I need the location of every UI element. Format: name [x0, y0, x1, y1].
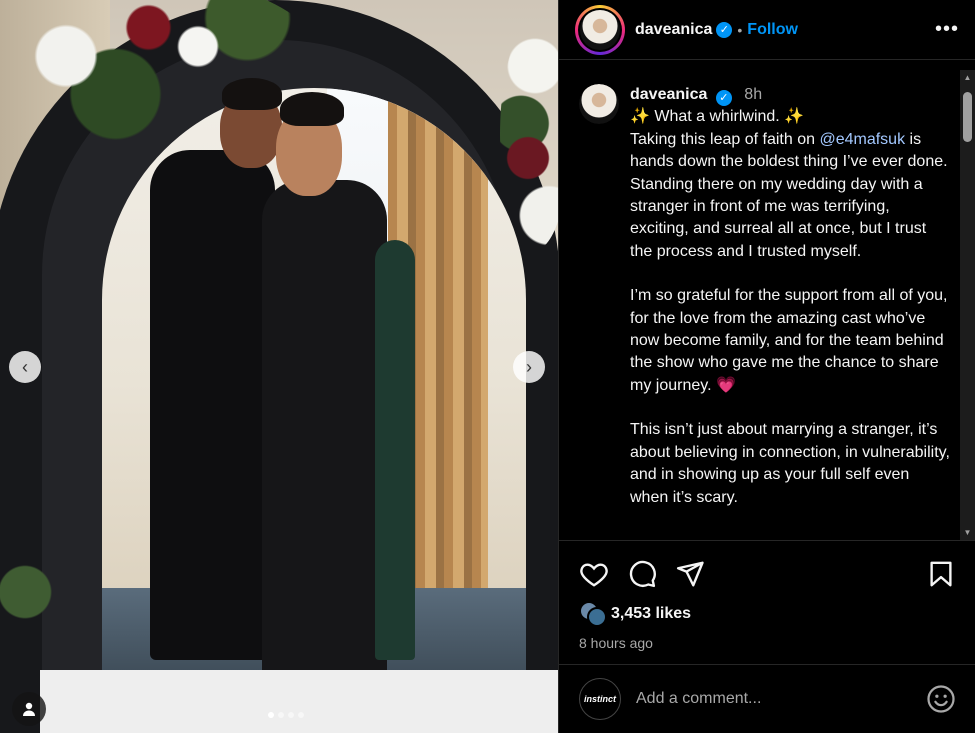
caption: daveanica ✓ 8h ✨ What a whirlwind. ✨ Tak… — [630, 84, 950, 509]
scrollbar-thumb[interactable] — [963, 92, 972, 142]
share-paper-plane-icon[interactable] — [675, 559, 705, 589]
photo-person-right-suit — [262, 180, 387, 700]
caption-line-1: ✨ What a whirlwind. ✨ — [630, 108, 805, 126]
author-avatar-story-ring[interactable] — [575, 4, 625, 55]
author-username[interactable]: daveanica — [635, 21, 712, 39]
author-avatar — [580, 9, 620, 50]
carousel-dot-2 — [278, 712, 284, 718]
chevron-right-icon: › — [526, 356, 532, 377]
photo-aisle-runner — [40, 670, 558, 733]
scroll-up-arrow-icon[interactable]: ▲ — [960, 70, 975, 85]
comment-composer: instinct — [559, 664, 975, 733]
liker-avatars — [579, 601, 607, 627]
caption-scrollbar[interactable]: ▲ ▼ — [960, 70, 975, 540]
comment-input[interactable] — [636, 690, 926, 708]
caption-author-avatar[interactable] — [579, 84, 619, 124]
caption-scroll-area[interactable]: daveanica ✓ 8h ✨ What a whirlwind. ✨ Tak… — [559, 68, 975, 540]
caption-text-after-mention: is hands down the boldest thing I’ve eve… — [630, 130, 948, 260]
follow-button[interactable]: Follow — [747, 21, 798, 39]
post-header: daveanica ✓ • Follow ••• — [559, 0, 975, 60]
save-bookmark-icon[interactable] — [926, 559, 956, 589]
liker-avatar-2 — [587, 607, 607, 627]
like-heart-icon[interactable] — [579, 559, 609, 589]
carousel-dot-4 — [298, 712, 304, 718]
photo-person-left-suit — [150, 150, 275, 660]
carousel-dot-3 — [288, 712, 294, 718]
more-options-icon[interactable]: ••• — [935, 18, 959, 41]
tagged-users-button[interactable] — [12, 692, 46, 726]
post-actions-section: 3,453 likes 8 hours ago — [559, 540, 975, 651]
caption-username[interactable]: daveanica — [630, 86, 707, 103]
post-detail-panel: daveanica ✓ • Follow ••• daveanica ✓ 8h … — [558, 0, 975, 733]
caption-verified-badge-icon: ✓ — [715, 90, 732, 107]
caption-paragraph-3: This isn’t just about marrying a strange… — [630, 421, 950, 506]
emoji-smile-icon[interactable] — [926, 684, 956, 714]
caption-paragraph-2: I’m so grateful for the support from all… — [630, 287, 948, 394]
previous-slide-button[interactable]: ‹ — [9, 351, 41, 383]
likes-count[interactable]: 3,453 likes — [611, 605, 691, 623]
carousel-dots — [268, 712, 304, 718]
post-photo[interactable]: ‹ › — [0, 0, 558, 733]
caption-avatar-image — [579, 84, 619, 124]
user-icon — [23, 702, 35, 716]
action-bar — [559, 541, 975, 589]
current-user-avatar: instinct — [579, 678, 621, 720]
comment-bubble-icon[interactable] — [627, 559, 657, 589]
photo-person-background — [375, 240, 415, 660]
verified-badge-icon: ✓ — [716, 21, 733, 38]
caption-mention-link[interactable]: @e4mafsuk — [819, 131, 905, 148]
next-slide-button[interactable]: › — [513, 351, 545, 383]
photo-person-right-hair — [280, 92, 344, 126]
photo-person-left-hair — [222, 78, 282, 110]
carousel-dot-1 — [268, 712, 274, 718]
author-avatar-frame — [578, 7, 622, 52]
post-timestamp[interactable]: 8 hours ago — [559, 627, 975, 651]
caption-text-before-mention: Taking this leap of faith on — [630, 130, 820, 148]
scroll-down-arrow-icon[interactable]: ▼ — [960, 525, 975, 540]
chevron-left-icon: ‹ — [22, 356, 28, 377]
caption-time[interactable]: 8h — [744, 86, 762, 103]
likes-row[interactable]: 3,453 likes — [559, 589, 975, 627]
caption-paragraph-1: Taking this leap of faith on @e4mafsuk i… — [630, 129, 950, 263]
header-separator: • — [737, 21, 743, 38]
